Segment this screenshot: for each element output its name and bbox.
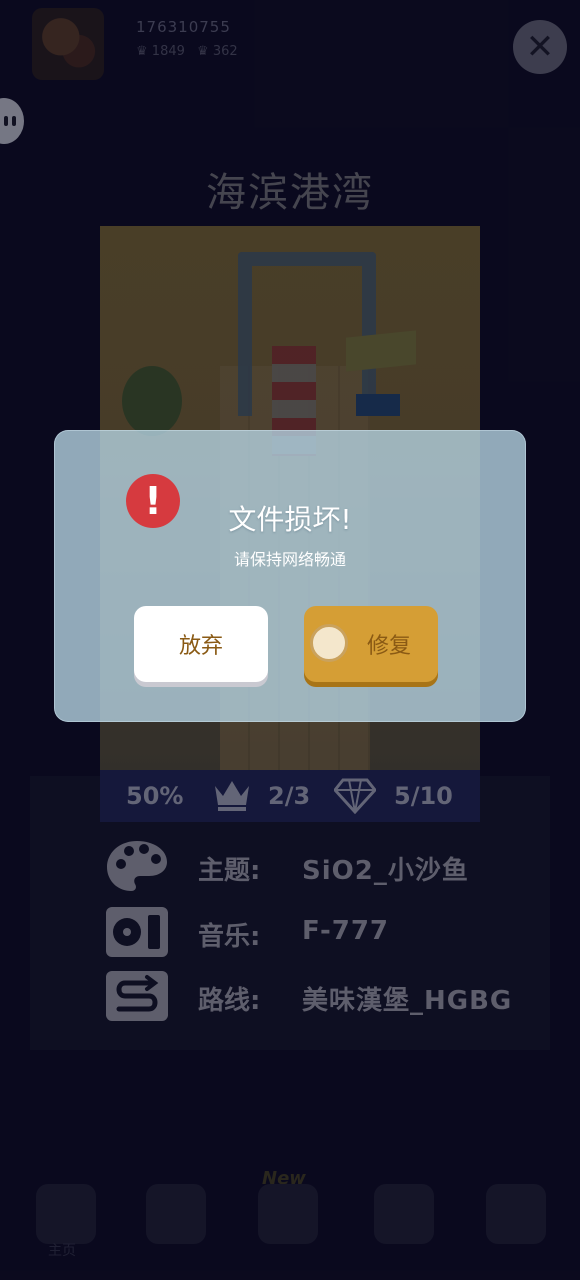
dialog-message: 请保持网络畅通 [233,550,346,569]
give-up-button[interactable]: 放弃 [134,606,268,682]
error-dialog: ! 文件损坏! 请保持网络畅通 放弃 修复 [54,430,526,722]
give-up-label: 放弃 [178,634,223,659]
dialog-title: 文件损坏! [228,503,352,536]
touch-indicator [310,624,348,662]
